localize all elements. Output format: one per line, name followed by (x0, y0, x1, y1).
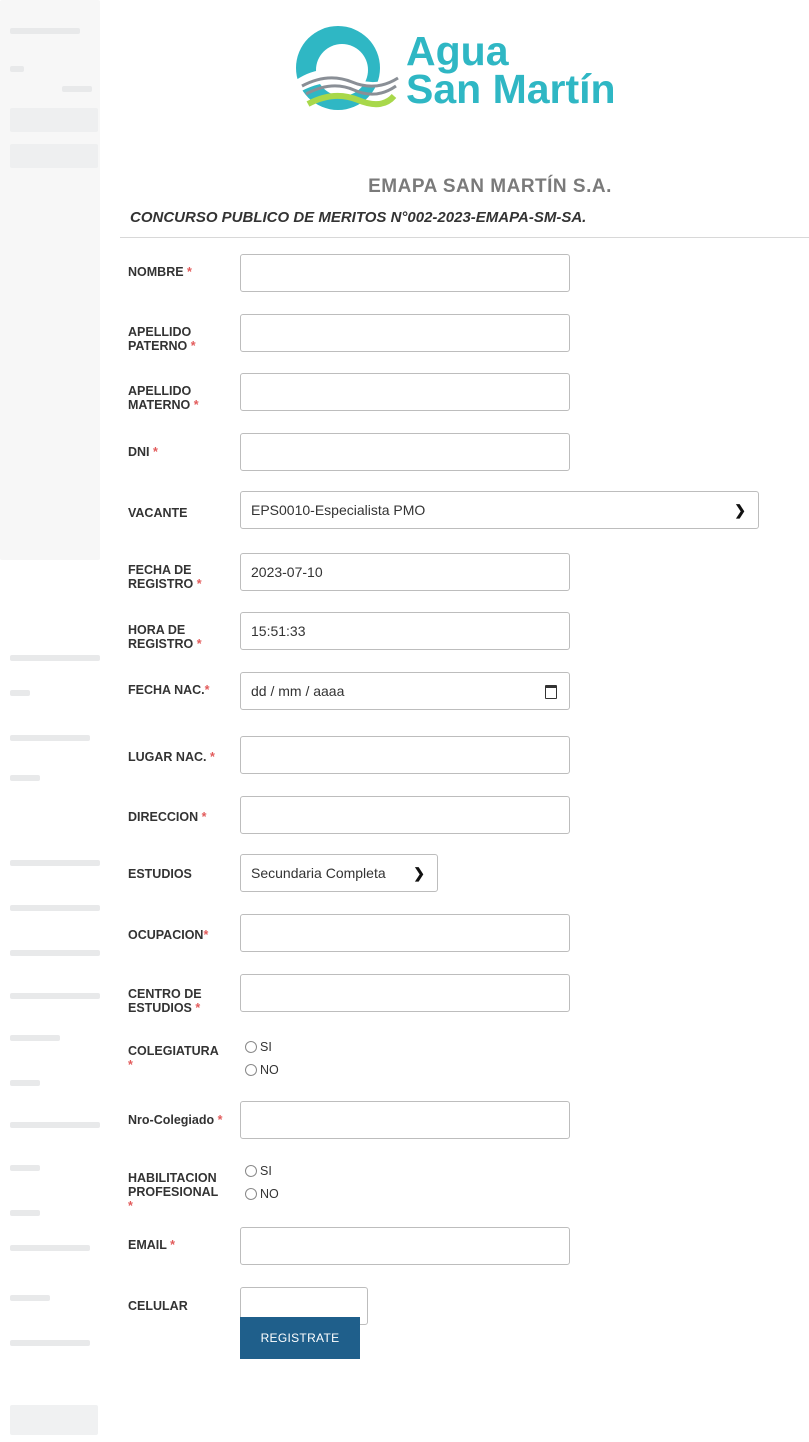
estudios-select[interactable]: Secundaria Completa ❯ (240, 854, 438, 892)
hora-registro-input[interactable]: 15:51:33 (240, 612, 570, 650)
dni-input[interactable] (240, 433, 570, 471)
background-line (10, 690, 30, 696)
fecha-registro-value: 2023-07-10 (251, 564, 323, 580)
dni-label: DNI * (128, 445, 158, 459)
background-line (10, 1080, 40, 1086)
calendar-icon[interactable] (545, 685, 557, 699)
direccion-label: DIRECCION * (128, 810, 207, 824)
logo-wave-icon (296, 26, 400, 110)
chevron-down-icon: ❯ (413, 865, 425, 881)
radio-button[interactable] (245, 1188, 257, 1200)
background-line (10, 1035, 60, 1041)
apellido-paterno-input[interactable] (240, 314, 570, 352)
background-line (10, 1122, 100, 1128)
lugar-nac-input[interactable] (240, 736, 570, 774)
nombre-input[interactable] (240, 254, 570, 292)
background-line (10, 775, 40, 781)
radio-button[interactable] (245, 1165, 257, 1177)
background-panel (0, 0, 100, 560)
registrate-button[interactable]: REGISTRATE (240, 1317, 360, 1359)
radio-button[interactable] (245, 1064, 257, 1076)
vacante-value: EPS0010-Especialista PMO (251, 502, 426, 518)
background-block (10, 1405, 98, 1435)
hora-registro-value: 15:51:33 (251, 623, 306, 639)
vacante-select[interactable]: EPS0010-Especialista PMO ❯ (240, 491, 759, 529)
ocupacion-label: OCUPACION* (128, 928, 209, 942)
nro-colegiado-label: Nro-Colegiado * (128, 1113, 223, 1127)
background-line (10, 860, 100, 866)
nro-colegiado-input[interactable] (240, 1101, 570, 1139)
centro-estudios-label: CENTRO DE ESTUDIOS * (128, 987, 202, 1015)
estudios-label: ESTUDIOS (128, 867, 192, 881)
colegiatura-label: COLEGIATURA * (128, 1044, 219, 1072)
logo-line-2: San Martín (406, 66, 616, 112)
background-line (10, 1340, 90, 1346)
background-line (10, 905, 100, 911)
nombre-label: NOMBRE * (128, 265, 192, 279)
radio-button[interactable] (245, 1041, 257, 1053)
fecha-registro-input[interactable]: 2023-07-10 (240, 553, 570, 591)
background-line (10, 66, 24, 72)
chevron-down-icon: ❯ (734, 502, 746, 518)
colegiatura-si-option[interactable]: SI (245, 1040, 272, 1054)
lugar-nac-label: LUGAR NAC. * (128, 750, 215, 764)
vacante-label: VACANTE (128, 506, 188, 520)
celular-label: CELULAR (128, 1299, 188, 1313)
fecha-nac-input[interactable]: dd / mm / aaaa (240, 672, 570, 710)
background-block (10, 144, 98, 168)
background-line (10, 1295, 50, 1301)
habilitacion-si-option[interactable]: SI (245, 1164, 272, 1178)
email-label: EMAIL * (128, 1238, 176, 1252)
habilitacion-no-option[interactable]: NO (245, 1187, 279, 1201)
colegiatura-no-option[interactable]: NO (245, 1063, 279, 1077)
background-block (10, 108, 98, 132)
fecha-nac-label: FECHA NAC.* (128, 683, 210, 697)
estudios-value: Secundaria Completa (251, 865, 386, 881)
company-name: EMAPA SAN MARTÍN S.A. (368, 176, 612, 197)
apellido-paterno-label: APELLIDO PATERNO * (128, 325, 196, 353)
logo: Agua San Martín (288, 24, 668, 124)
background-line (62, 86, 92, 92)
centro-estudios-input[interactable] (240, 974, 570, 1012)
ocupacion-input[interactable] (240, 914, 570, 952)
divider (120, 237, 809, 238)
background-line (10, 28, 80, 34)
apellido-materno-input[interactable] (240, 373, 570, 411)
background-line (10, 993, 100, 999)
habilitacion-label: HABILITACION PROFESIONAL * (128, 1171, 219, 1213)
background-line (10, 1165, 40, 1171)
fecha-registro-label: FECHA DE REGISTRO * (128, 563, 202, 591)
apellido-materno-label: APELLIDO MATERNO * (128, 384, 199, 412)
page-subtitle: CONCURSO PUBLICO DE MERITOS N°002-2023-E… (130, 209, 587, 226)
background-line (10, 655, 100, 661)
fecha-nac-placeholder: dd / mm / aaaa (251, 683, 345, 699)
hora-registro-label: HORA DE REGISTRO * (128, 623, 202, 651)
logo-text: Agua San Martín (406, 28, 616, 112)
background-line (10, 1210, 40, 1216)
background-line (10, 1245, 90, 1251)
logo-line-1: Agua (406, 28, 509, 74)
background-line (10, 950, 100, 956)
email-input[interactable] (240, 1227, 570, 1265)
direccion-input[interactable] (240, 796, 570, 834)
background-line (10, 735, 90, 741)
